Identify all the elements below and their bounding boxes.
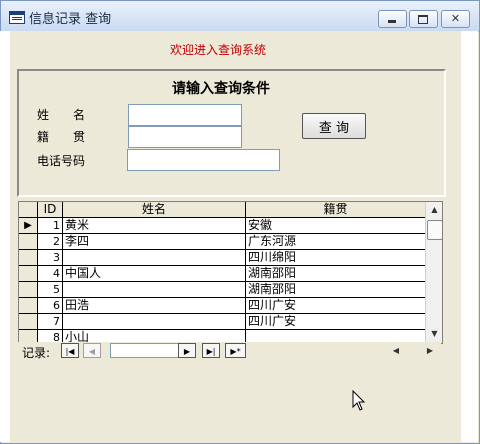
next-record-button[interactable]: ▶ <box>178 343 196 358</box>
row-selector[interactable] <box>19 314 38 330</box>
first-record-button[interactable]: |◀ <box>61 343 79 358</box>
mouse-pointer-icon <box>352 390 366 411</box>
cell-origin[interactable]: 广东河源 <box>246 234 426 250</box>
origin-input[interactable] <box>128 126 242 148</box>
record-label: 记录: <box>22 346 51 360</box>
cell-id[interactable]: 3 <box>38 250 63 266</box>
cell-origin[interactable]: 四川广安 <box>246 298 426 314</box>
phone-label: 电话号码 <box>37 154 86 168</box>
maximize-icon <box>418 15 428 24</box>
cell-id[interactable]: 2 <box>38 234 63 250</box>
row-selector-current[interactable]: ▶ <box>19 218 38 234</box>
column-header-origin[interactable]: 籍贯 <box>246 202 426 218</box>
cell-id[interactable]: 7 <box>38 314 63 330</box>
window-title: 信息记录 查询 <box>29 12 112 27</box>
form-icon <box>9 11 25 24</box>
cell-origin[interactable]: 湖南邵阳 <box>246 282 426 298</box>
cell-origin[interactable]: 四川绵阳 <box>246 250 426 266</box>
criteria-title: 请输入查询条件 <box>172 81 270 97</box>
cell-origin[interactable]: 湖南邵阳 <box>246 266 426 282</box>
maximize-button[interactable] <box>409 10 438 28</box>
grid-header: ID 姓名 籍贯 <box>19 202 426 218</box>
results-datasheet[interactable]: ID 姓名 籍贯 ▶ 1 黄米 安徽 2 李四 广东河源 3 四川绵阳 4 中国… <box>18 201 443 344</box>
row-selector[interactable] <box>19 250 38 266</box>
query-button[interactable]: 查 询 <box>302 113 366 139</box>
last-record-button[interactable]: ▶| <box>202 343 220 358</box>
cell-name[interactable] <box>63 314 246 330</box>
right-margin <box>461 31 478 442</box>
row-selector[interactable] <box>19 298 38 314</box>
left-margin <box>0 31 10 442</box>
cell-name[interactable]: 李四 <box>63 234 246 250</box>
row-selector[interactable] <box>19 234 38 250</box>
select-all-corner[interactable] <box>19 202 38 218</box>
vertical-scrollbar[interactable]: ▲ ▼ <box>425 202 442 343</box>
name-label: 姓 名 <box>37 108 86 122</box>
row-selector[interactable] <box>19 282 38 298</box>
previous-record-button[interactable]: ◀ <box>83 343 101 358</box>
horizontal-scrollbar[interactable]: ◀ ▶ <box>388 343 438 358</box>
cell-name[interactable] <box>63 250 246 266</box>
record-navigator: 记录: |◀ ◀ 1 ▶ ▶| ▶* ◀ ▶ <box>18 342 441 360</box>
origin-label: 籍 贯 <box>37 130 86 144</box>
row-selector[interactable] <box>19 266 38 282</box>
cell-id[interactable]: 5 <box>38 282 63 298</box>
scroll-down-arrow-icon[interactable]: ▼ <box>426 326 442 342</box>
cell-name[interactable]: 黄米 <box>63 218 246 234</box>
cell-id[interactable]: 4 <box>38 266 63 282</box>
cell-id[interactable]: 1 <box>38 218 63 234</box>
close-icon: ✕ <box>450 12 461 25</box>
cell-name[interactable]: 中国人 <box>63 266 246 282</box>
new-record-button[interactable]: ▶* <box>225 343 246 358</box>
cell-id[interactable]: 6 <box>38 298 63 314</box>
column-header-id[interactable]: ID <box>38 202 63 218</box>
minimize-icon <box>388 20 396 23</box>
cell-name[interactable] <box>63 282 246 298</box>
scroll-left-arrow-icon[interactable]: ◀ <box>388 343 404 358</box>
column-header-name[interactable]: 姓名 <box>63 202 246 218</box>
phone-input[interactable] <box>127 149 280 171</box>
minimize-button[interactable] <box>378 10 407 28</box>
name-input[interactable] <box>128 104 242 126</box>
cell-origin[interactable]: 安徽 <box>246 218 426 234</box>
cell-name[interactable]: 田浩 <box>63 298 246 314</box>
scroll-thumb[interactable] <box>427 220 442 240</box>
close-button[interactable]: ✕ <box>441 10 470 28</box>
scroll-right-arrow-icon[interactable]: ▶ <box>422 343 438 358</box>
title-bar[interactable]: 信息记录 查询 ✕ <box>1 1 479 32</box>
welcome-text: 欢迎进入查询系统 <box>170 43 267 57</box>
scroll-up-arrow-icon[interactable]: ▲ <box>426 202 442 218</box>
cell-origin[interactable]: 四川广安 <box>246 314 426 330</box>
